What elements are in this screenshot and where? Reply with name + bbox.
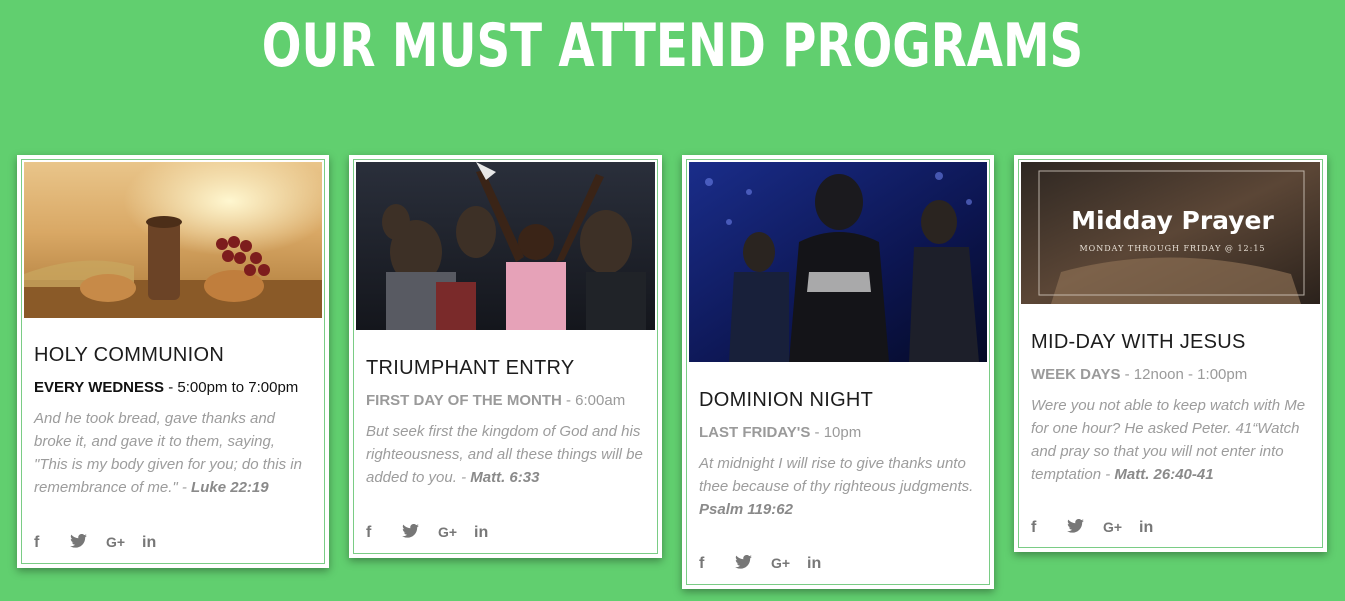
google-plus-icon[interactable]: G+ — [771, 555, 807, 574]
social-links: f G+ in — [1031, 518, 1175, 538]
google-plus-icon[interactable]: G+ — [106, 534, 142, 553]
program-day: WEEK DAYS — [1031, 366, 1121, 383]
facebook-icon[interactable]: f — [34, 534, 70, 553]
quote-reference: Luke 22:19 — [191, 479, 269, 496]
linkedin-icon[interactable]: in — [807, 555, 843, 574]
program-schedule: EVERY WEDNESS - 5:00pm to 7:00pm — [34, 379, 312, 396]
triumphant-entry-image — [356, 162, 655, 330]
program-title: TRIUMPHANT ENTRY — [366, 357, 575, 379]
program-quote: And he took bread, gave thanks and broke… — [34, 407, 312, 499]
program-card-dominion-night[interactable]: DOMINION NIGHT LAST FRIDAY'S - 10pm At m… — [682, 155, 994, 589]
quote-reference: Psalm 119:62 — [699, 501, 793, 518]
quote-text: At midnight I will rise to give thanks u… — [699, 455, 974, 495]
facebook-icon[interactable]: f — [1031, 519, 1067, 538]
program-day: FIRST DAY OF THE MONTH — [366, 392, 562, 409]
program-day: LAST FRIDAY'S — [699, 424, 811, 441]
social-links: f G+ in — [366, 523, 510, 543]
quote-reference: Matt. 26:40-41 — [1114, 466, 1214, 483]
program-title: MID-DAY WITH JESUS — [1031, 331, 1246, 353]
program-quote: Were you not able to keep watch with Me … — [1031, 394, 1310, 486]
twitter-icon[interactable] — [1067, 518, 1103, 538]
program-card-triumphant-entry[interactable]: TRIUMPHANT ENTRY FIRST DAY OF THE MONTH … — [349, 155, 662, 558]
quote-reference: Matt. 6:33 — [470, 469, 540, 486]
program-card-mid-day-with-jesus[interactable]: Midday Prayer MONDAY THROUGH FRIDAY @ 12… — [1014, 155, 1327, 552]
midday-prayer-image-subtitle: MONDAY THROUGH FRIDAY @ 12:15 — [1079, 244, 1266, 253]
program-quote: At midnight I will rise to give thanks u… — [699, 452, 977, 521]
midday-prayer-image: Midday Prayer MONDAY THROUGH FRIDAY @ 12… — [1021, 162, 1320, 304]
twitter-icon[interactable] — [70, 533, 106, 553]
social-links: f G+ in — [699, 554, 843, 574]
program-schedule: FIRST DAY OF THE MONTH - 6:00am — [366, 392, 645, 409]
program-title: DOMINION NIGHT — [699, 389, 874, 411]
linkedin-icon[interactable]: in — [142, 534, 178, 553]
facebook-icon[interactable]: f — [699, 555, 735, 574]
program-card-holy-communion[interactable]: HOLY COMMUNION EVERY WEDNESS - 5:00pm to… — [17, 155, 329, 568]
google-plus-icon[interactable]: G+ — [438, 524, 474, 543]
twitter-icon[interactable] — [402, 523, 438, 543]
dominion-night-image — [689, 162, 987, 362]
social-links: f G+ in — [34, 533, 178, 553]
program-time: - 12noon - 1:00pm — [1120, 366, 1248, 383]
program-time: - 10pm — [810, 424, 862, 441]
page-heading: OUR MUST ATTEND PROGRAMS — [261, 11, 1084, 81]
linkedin-icon[interactable]: in — [1139, 519, 1175, 538]
program-day: EVERY WEDNESS — [34, 379, 165, 396]
program-time: - 5:00pm to 7:00pm — [164, 379, 299, 396]
program-schedule: WEEK DAYS - 12noon - 1:00pm — [1031, 366, 1310, 383]
program-schedule: LAST FRIDAY'S - 10pm — [699, 424, 977, 441]
midday-prayer-image-title: Midday Prayer — [1071, 206, 1274, 235]
facebook-icon[interactable]: f — [366, 524, 402, 543]
program-quote: But seek first the kingdom of God and hi… — [366, 420, 645, 489]
twitter-icon[interactable] — [735, 554, 771, 574]
google-plus-icon[interactable]: G+ — [1103, 519, 1139, 538]
holy-communion-image — [24, 162, 322, 318]
linkedin-icon[interactable]: in — [474, 524, 510, 543]
program-title: HOLY COMMUNION — [34, 344, 225, 366]
program-time: - 6:00am — [561, 392, 626, 409]
